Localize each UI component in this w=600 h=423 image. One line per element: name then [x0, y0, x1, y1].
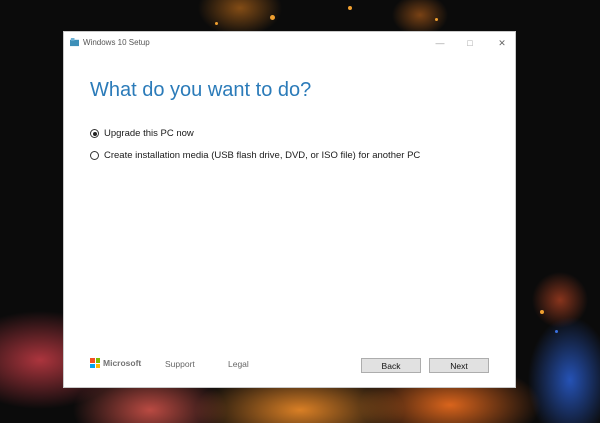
maximize-button[interactable]: □: [456, 32, 484, 54]
minimize-button[interactable]: —: [426, 32, 454, 54]
background-spark: [555, 330, 558, 333]
close-icon: ✕: [498, 37, 506, 48]
radio-selected-icon[interactable]: [90, 129, 99, 138]
window-title: Windows 10 Setup: [83, 38, 150, 47]
page-heading: What do you want to do?: [90, 79, 312, 101]
option-label: Create installation media (USB flash dri…: [104, 150, 421, 161]
minimize-icon: —: [435, 38, 445, 48]
background-spark: [348, 6, 352, 10]
background-spark: [270, 15, 275, 20]
background-spark: [215, 22, 218, 25]
setup-app-icon: [70, 38, 79, 47]
background-spark: [540, 310, 544, 314]
option-upgrade-pc[interactable]: Upgrade this PC now: [90, 128, 194, 139]
brand-name: Microsoft: [103, 358, 142, 368]
option-label: Upgrade this PC now: [104, 128, 194, 139]
setup-window: Windows 10 Setup — □ ✕ What do you want …: [63, 31, 516, 388]
legal-link[interactable]: Legal: [228, 359, 249, 369]
back-button[interactable]: Back: [361, 358, 421, 373]
next-button[interactable]: Next: [429, 358, 489, 373]
option-create-media[interactable]: Create installation media (USB flash dri…: [90, 150, 420, 161]
microsoft-logo-icon: [90, 358, 100, 368]
radio-unselected-icon[interactable]: [90, 151, 99, 160]
support-link[interactable]: Support: [165, 359, 195, 369]
maximize-icon: □: [467, 38, 473, 48]
title-bar[interactable]: Windows 10 Setup — □ ✕: [64, 32, 515, 54]
background-spark: [435, 18, 438, 21]
close-button[interactable]: ✕: [488, 32, 516, 54]
microsoft-logo: Microsoft: [90, 358, 141, 368]
footer-bar: Microsoft Support Legal Back Next: [64, 352, 515, 382]
